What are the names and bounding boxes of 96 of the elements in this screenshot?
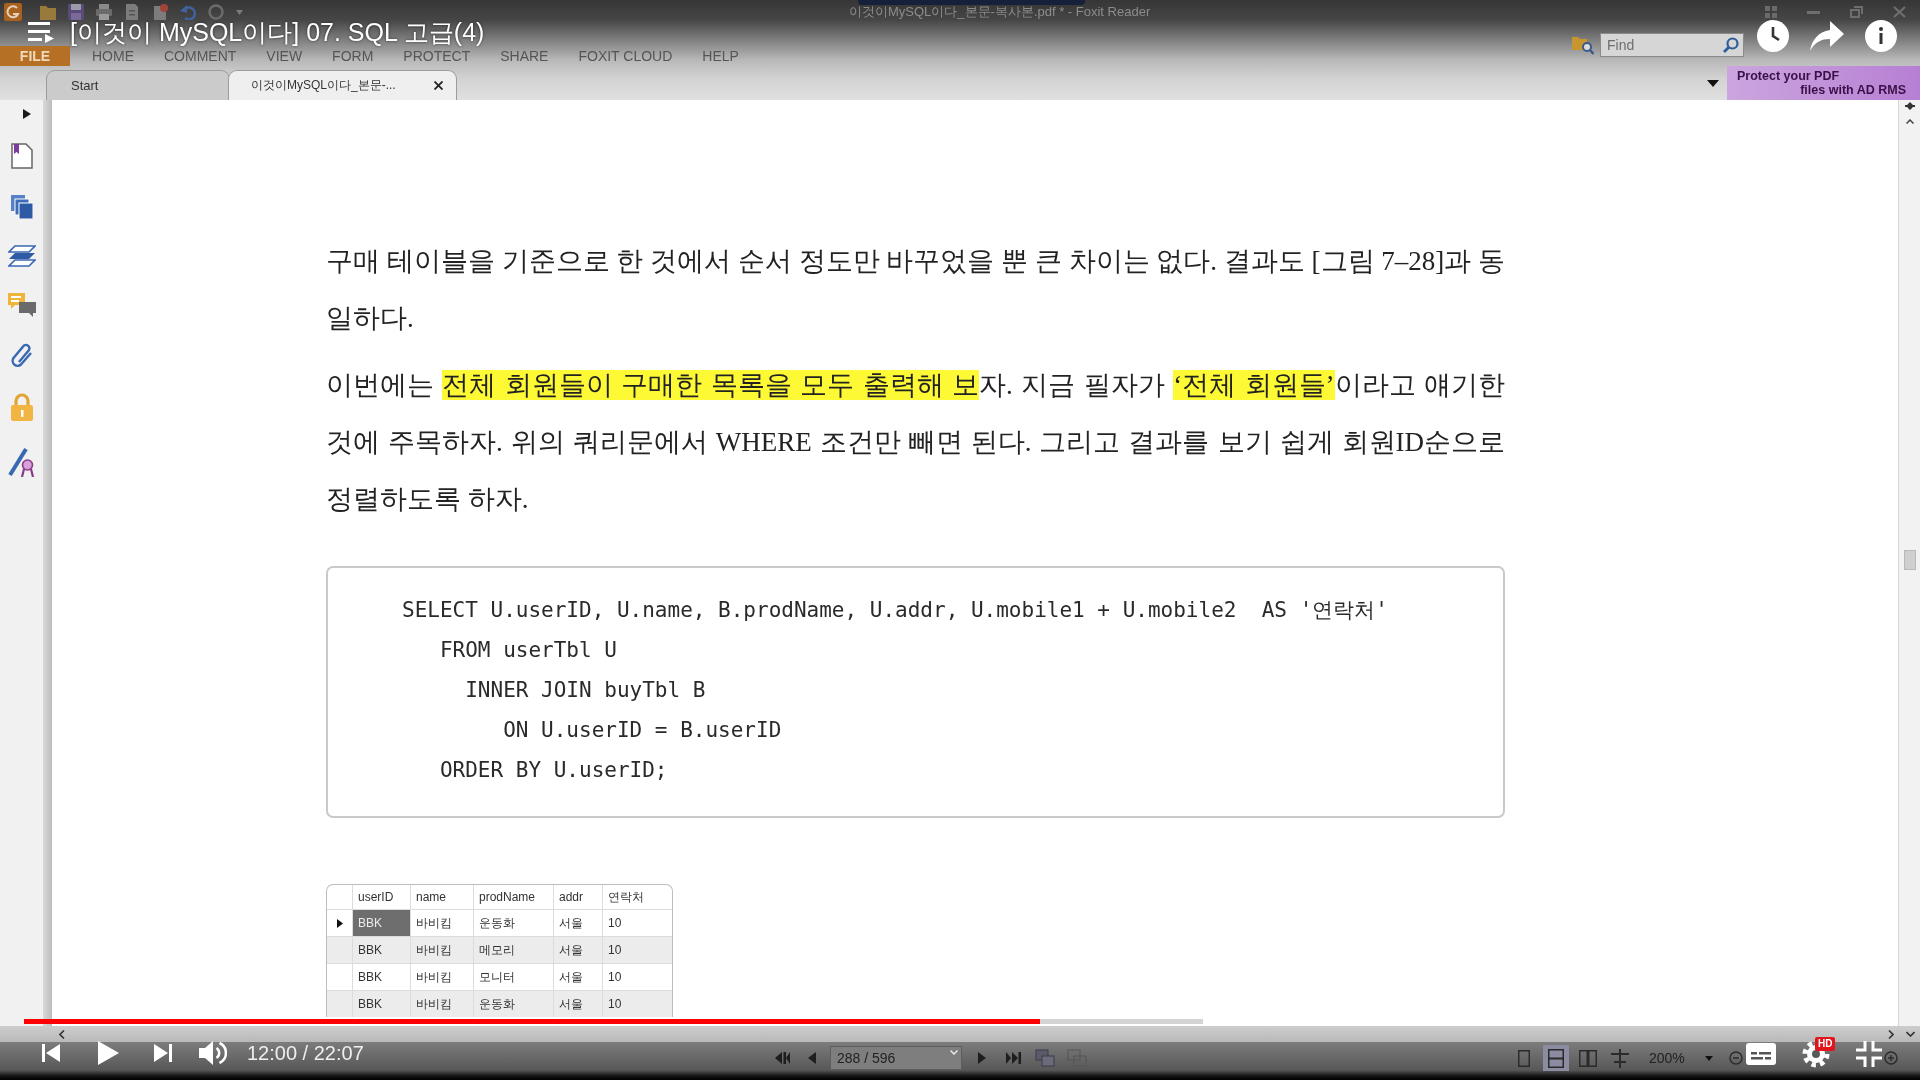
zoom-in-icon[interactable] bbox=[1884, 1051, 1898, 1065]
hd-badge: HD bbox=[1815, 1037, 1836, 1051]
page-icon[interactable] bbox=[152, 4, 168, 20]
column-header[interactable]: userID bbox=[353, 885, 411, 909]
page-field[interactable]: 288 / 596 bbox=[830, 1046, 962, 1070]
share-icon[interactable] bbox=[1810, 21, 1844, 51]
table-cell: 운동화 bbox=[474, 991, 554, 1017]
document-tab[interactable]: 이것이MySQL이다_본문-... bbox=[228, 70, 457, 100]
close-icon[interactable] bbox=[434, 81, 443, 90]
menu-tab[interactable]: FORM bbox=[332, 46, 374, 66]
table-cell: BBK bbox=[353, 991, 411, 1017]
menu-tab[interactable]: VIEW bbox=[266, 46, 303, 66]
printer-icon[interactable] bbox=[96, 4, 112, 20]
search-field[interactable]: Find bbox=[1600, 33, 1744, 57]
bookmark-page-icon[interactable] bbox=[10, 143, 33, 169]
pen-medal-icon[interactable] bbox=[7, 447, 36, 477]
expand-icon[interactable] bbox=[22, 109, 31, 119]
zoom-out-icon[interactable] bbox=[1729, 1051, 1743, 1065]
vertical-scrollbar[interactable] bbox=[1898, 100, 1920, 1026]
table-cell-text: 10 bbox=[607, 969, 623, 986]
grid-icon[interactable] bbox=[1765, 6, 1777, 18]
view-mode-button[interactable] bbox=[1543, 1045, 1569, 1071]
ad-banner[interactable]: Protect your PDF files with AD RMS bbox=[1727, 66, 1920, 100]
table-cell: BBK bbox=[353, 937, 411, 963]
scroll-up-icon[interactable] bbox=[1905, 119, 1914, 124]
paperclip-icon[interactable] bbox=[9, 343, 34, 367]
padlock-icon[interactable] bbox=[10, 393, 33, 421]
time-display: 12:00 / 22:07 bbox=[247, 1041, 364, 1065]
exit-fullscreen-icon[interactable] bbox=[1856, 1041, 1882, 1067]
restore-icon[interactable] bbox=[1850, 6, 1863, 18]
column-header[interactable]: addr bbox=[554, 885, 603, 909]
menu-tab[interactable]: HOME bbox=[92, 46, 134, 66]
logo-icon[interactable] bbox=[4, 3, 22, 21]
row-pointer-icon bbox=[336, 918, 343, 928]
subtitles-icon[interactable] bbox=[1746, 1043, 1776, 1065]
paragraph: 구매 테이블을 기준으로 한 것에서 순서 정도만 바꾸었을 뿐 큰 차이는 없다. 결과도 [그림 7–28]과 동일하다. bbox=[326, 245, 1505, 335]
single-page-icon[interactable] bbox=[1518, 1049, 1530, 1067]
page-icon[interactable] bbox=[124, 4, 140, 20]
triangle-left-icon[interactable] bbox=[808, 1052, 816, 1064]
search-icon[interactable] bbox=[1723, 37, 1739, 53]
zoom-field[interactable]: 200% bbox=[1643, 1047, 1723, 1069]
paragraph: 이번에는 전체 회원들이 구매한 목록을 모두 출력해 보자. 지금 필자가 ‘전체 회원들’이라고 얘기한 것에 주목하자. 위의 쿼리문에서 WHERE 조건만 빼면 된다. 그리고 결과를 보기 쉽게 회원ID순으로 정렬하도록 하자. bbox=[326, 369, 1505, 516]
menu-tab[interactable]: FOXIT CLOUD bbox=[578, 46, 673, 66]
scroll-left-icon[interactable] bbox=[59, 1029, 65, 1039]
caret-icon[interactable] bbox=[1707, 79, 1719, 87]
pages-icon[interactable] bbox=[10, 195, 33, 219]
code-line: SELECT U.userID, U.name, B.prodName, U.addr, U.mobile1 + U.mobile2 AS '연락처' bbox=[402, 598, 1388, 622]
double-triangle-left-icon[interactable] bbox=[775, 1052, 790, 1064]
info-icon[interactable] bbox=[1865, 20, 1897, 52]
table-cell: 서울 bbox=[554, 937, 603, 963]
minimize-icon[interactable] bbox=[1807, 10, 1820, 14]
table-cell-text: 10 bbox=[607, 942, 623, 959]
table-cell-text: 10 bbox=[607, 915, 623, 932]
column-header[interactable]: name bbox=[411, 885, 474, 909]
table-cell: 서울 bbox=[554, 991, 603, 1017]
table-cell: 바비킴 bbox=[411, 991, 474, 1017]
video-title[interactable]: [이것이 MySQL이다] 07. SQL 고급(4) bbox=[70, 18, 485, 46]
table-cell: 바비킴 bbox=[411, 937, 474, 963]
layers-icon[interactable] bbox=[7, 245, 36, 267]
scroll-right-icon[interactable] bbox=[1888, 1029, 1894, 1039]
document-tab[interactable]: Start bbox=[46, 70, 230, 100]
table-cell-text: 10 bbox=[607, 996, 623, 1013]
ad-text: Protect your PDF bbox=[1737, 69, 1840, 83]
code-line: ORDER BY U.userID; bbox=[439, 758, 668, 782]
playlist-icon[interactable] bbox=[28, 21, 54, 43]
column-header[interactable]: prodName bbox=[474, 885, 554, 909]
menu-tab[interactable]: SHARE bbox=[500, 46, 549, 66]
comments-icon[interactable] bbox=[7, 293, 36, 317]
scrollbar-thumb[interactable] bbox=[1903, 550, 1916, 570]
ad-text: files with AD RMS bbox=[1800, 83, 1906, 97]
folder-icon[interactable] bbox=[40, 4, 56, 20]
code-line: INNER JOIN buyTbl B bbox=[465, 678, 706, 702]
file-button[interactable]: FILE bbox=[0, 46, 70, 66]
continuous-page-icon[interactable] bbox=[1548, 1048, 1564, 1068]
volume-icon[interactable] bbox=[199, 1040, 227, 1066]
splitter-icon[interactable] bbox=[1904, 102, 1915, 110]
window-stack-icon[interactable] bbox=[1035, 1049, 1055, 1067]
table-cell: BBK bbox=[353, 910, 411, 936]
scroll-down-icon[interactable] bbox=[1906, 1031, 1915, 1037]
column-header[interactable]: 연락처 bbox=[603, 885, 670, 909]
code-line: ON U.userID = B.userID bbox=[503, 718, 782, 742]
undo-icon[interactable] bbox=[180, 4, 196, 20]
triangle-right-icon[interactable] bbox=[978, 1052, 986, 1064]
code-line: FROM userTbl U bbox=[439, 638, 617, 662]
menu-tab[interactable]: HELP bbox=[702, 46, 739, 66]
clock-icon[interactable] bbox=[1757, 20, 1789, 52]
play-icon[interactable] bbox=[98, 1041, 119, 1065]
menu-tab[interactable]: PROTECT bbox=[403, 46, 471, 66]
window-title: 이것이MySQL이다_본문-복사본.pdf * - Foxit Reader bbox=[849, 3, 1151, 21]
skip-next-icon[interactable] bbox=[154, 1044, 172, 1062]
folder-search-icon[interactable] bbox=[1572, 35, 1594, 55]
skip-previous-icon[interactable] bbox=[42, 1044, 60, 1062]
double-triangle-right-icon[interactable] bbox=[1006, 1052, 1021, 1064]
table-cell: 메모리 bbox=[474, 937, 554, 963]
menu-tab[interactable]: COMMENT bbox=[164, 46, 237, 66]
floppy-icon[interactable] bbox=[68, 4, 84, 20]
